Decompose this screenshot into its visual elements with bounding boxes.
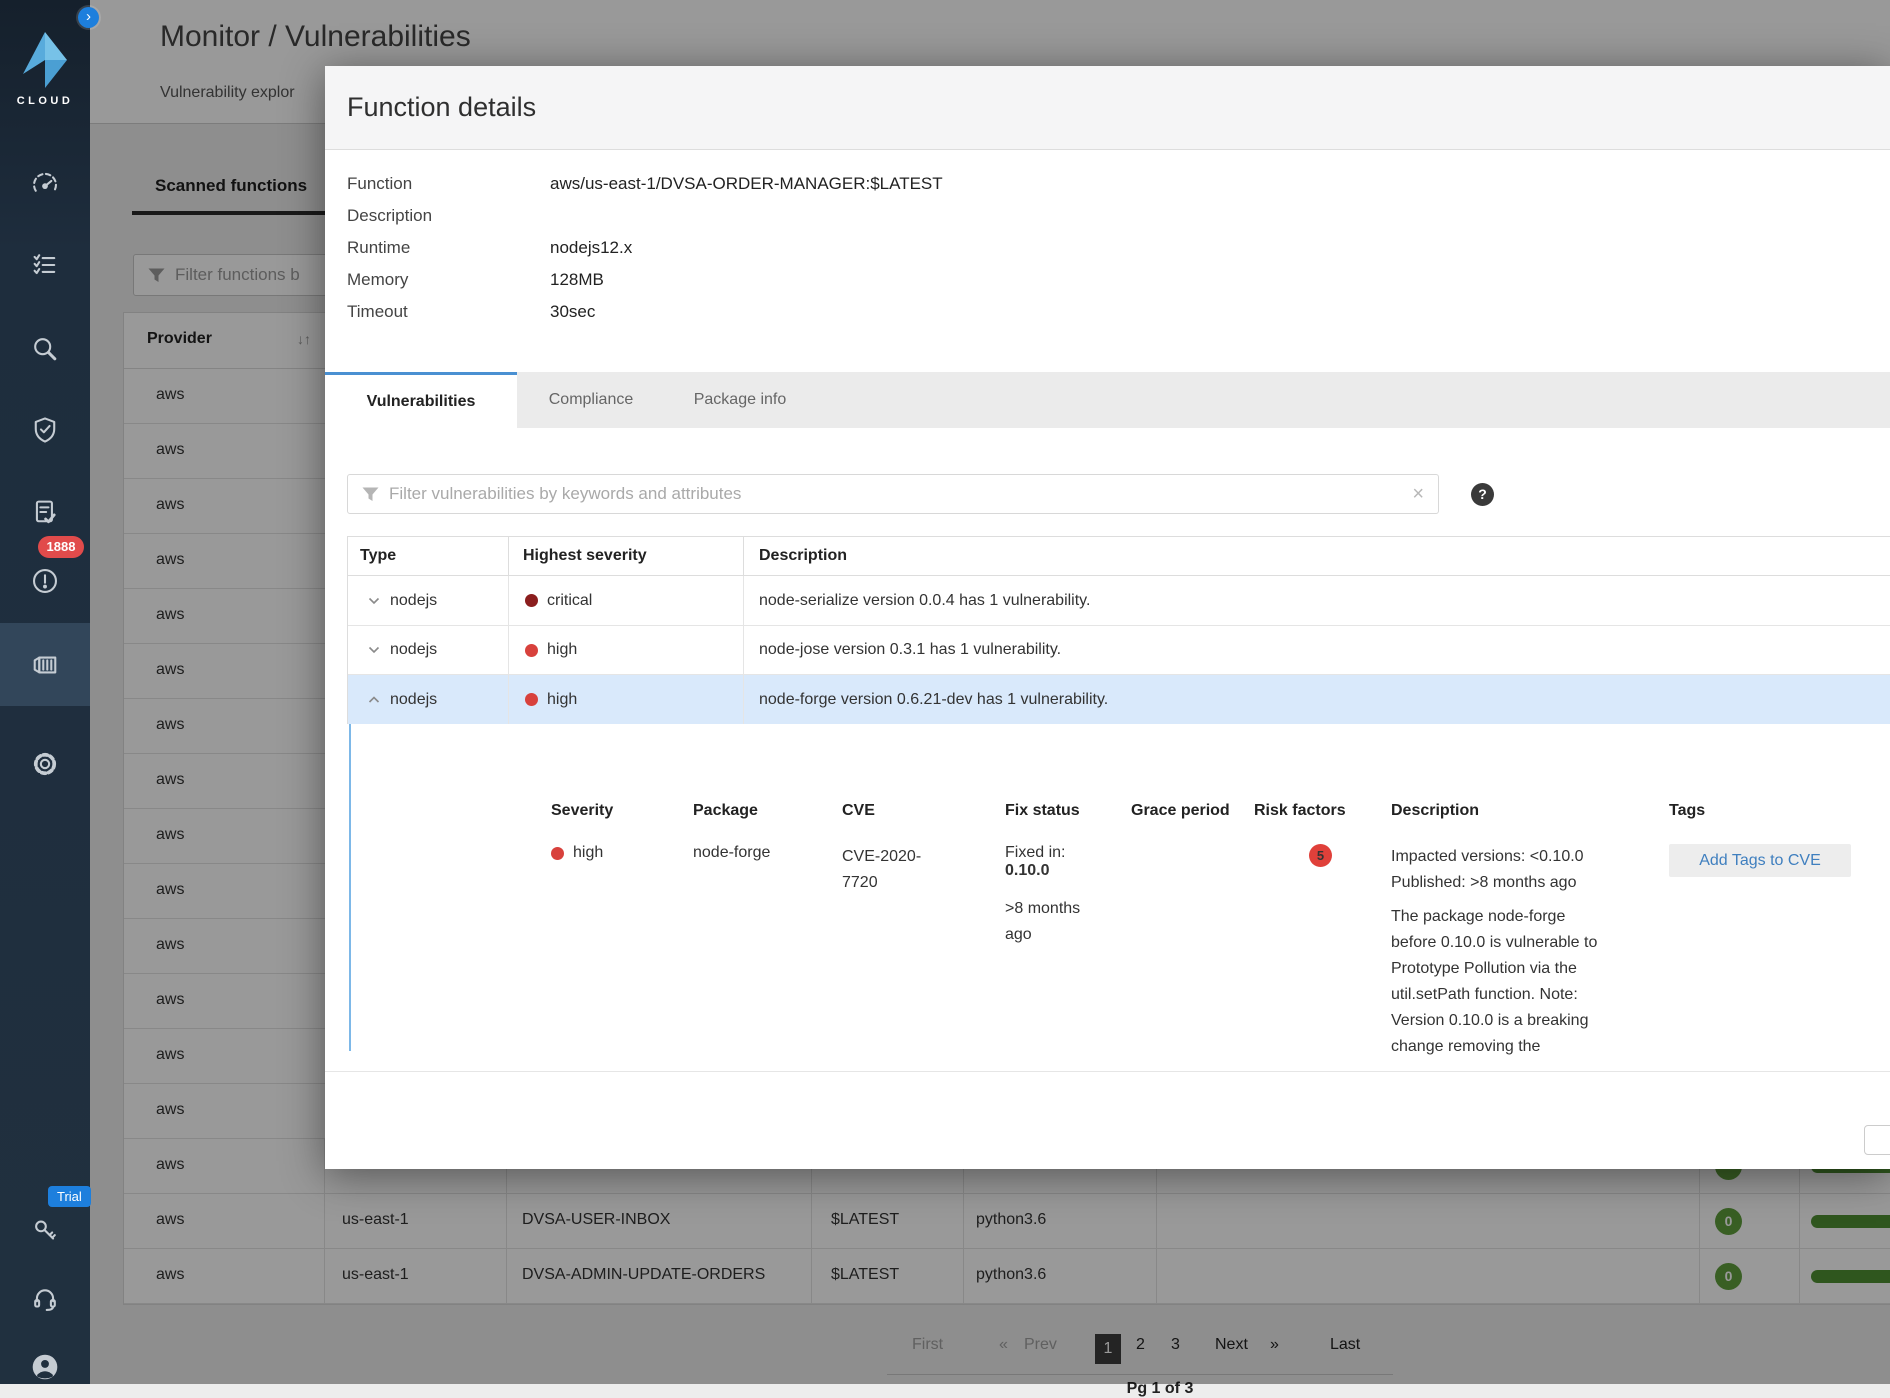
container-icon [29, 650, 61, 680]
tab-vulnerabilities[interactable]: Vulnerabilities [325, 372, 517, 428]
col-header-severity: Highest severity [509, 537, 744, 575]
tab-package-info[interactable]: Package info [665, 372, 815, 428]
aqua-logo[interactable] [0, 30, 90, 95]
sidebar-item-alerts[interactable] [0, 553, 90, 609]
cve-description-text: The package node-forge before 0.10.0 is … [1391, 904, 1609, 1060]
modal-footer-divider [325, 1071, 1890, 1072]
expanded-vulnerability-detail: Severity high Package node-forge CVE CVE… [347, 724, 1890, 1071]
fix-status-label: Fixed in: [1005, 844, 1097, 862]
sidebar-item-containers[interactable] [0, 623, 90, 706]
chevron-down-icon[interactable] [368, 646, 380, 654]
gauge-icon [30, 170, 60, 200]
severity-label: high [547, 641, 577, 659]
field-value-memory: 128MB [550, 270, 604, 302]
vuln-type: nodejs [390, 691, 437, 709]
field-value-runtime: nodejs12.x [550, 238, 632, 270]
field-label-memory: Memory [347, 270, 550, 302]
cve-link[interactable]: CVE-2020-7720 [842, 844, 937, 896]
field-label-timeout: Timeout [347, 302, 550, 334]
detail-header-risk-factors: Risk factors [1254, 802, 1346, 820]
risk-factors-badge[interactable]: 5 [1309, 844, 1332, 867]
headset-icon [30, 1284, 60, 1314]
user-avatar-icon [29, 1351, 61, 1383]
field-value-function: aws/us-east-1/DVSA-ORDER-MANAGER:$LATEST [550, 174, 943, 206]
vuln-table-header: Type Highest severity Description [348, 537, 1890, 576]
detail-header-grace-period: Grace period [1131, 802, 1230, 820]
sidebar-expand-button[interactable]: › [78, 7, 99, 28]
sidebar-item-policies[interactable] [0, 237, 90, 293]
severity-label: critical [547, 592, 592, 610]
add-tags-to-cve-button[interactable]: Add Tags to CVE [1669, 844, 1851, 877]
alerts-count-badge: 1888 [38, 536, 84, 558]
detail-header-description: Description [1391, 802, 1609, 820]
sidebar-item-support[interactable] [0, 1271, 90, 1327]
vuln-row-node-serialize[interactable]: nodejs critical node-serialize version 0… [348, 576, 1890, 626]
detail-package: node-forge [693, 844, 770, 862]
expanded-accent-line [349, 724, 351, 1051]
trial-badge: Trial [48, 1186, 91, 1207]
field-label-function: Function [347, 174, 550, 206]
sidebar-item-account[interactable] [0, 1339, 90, 1395]
function-details-modal: Function details Functionaws/us-east-1/D… [325, 66, 1890, 1169]
search-icon [30, 334, 60, 364]
tab-compliance[interactable]: Compliance [517, 372, 665, 428]
vuln-row-node-forge-expanded[interactable]: nodejs high node-forge version 0.6.21-de… [348, 675, 1890, 725]
detail-header-cve: CVE [842, 802, 937, 820]
field-label-description: Description [347, 206, 550, 238]
chevron-down-icon[interactable] [368, 597, 380, 605]
sidebar-item-dashboard[interactable] [0, 157, 90, 213]
impacted-versions: Impacted versions: <0.10.0 [1391, 844, 1609, 870]
vulnerabilities-table: Type Highest severity Description nodejs… [347, 536, 1890, 725]
sidebar-item-licenses[interactable] [0, 1203, 90, 1259]
fix-version: 0.10.0 [1005, 862, 1097, 880]
key-icon [30, 1216, 60, 1246]
detail-header-package: Package [693, 802, 770, 820]
vuln-row-node-jose[interactable]: nodejs high node-jose version 0.3.1 has … [348, 626, 1890, 675]
clear-filter-icon[interactable]: × [1412, 483, 1424, 506]
detail-severity: high [573, 844, 603, 862]
help-icon[interactable]: ? [1471, 483, 1494, 506]
sidebar: CLOUD 1888 [0, 0, 90, 1384]
modal-header: Function details [325, 66, 1890, 150]
col-header-type: Type [348, 537, 509, 575]
detail-header-severity: Severity [551, 802, 613, 820]
modal-tabs: Vulnerabilities Compliance Package info [325, 372, 1890, 428]
vuln-description: node-forge version 0.6.21-dev has 1 vuln… [759, 691, 1108, 709]
vuln-description: node-jose version 0.3.1 has 1 vulnerabil… [759, 641, 1061, 659]
severity-dot-high [525, 644, 538, 657]
gear-icon [30, 749, 60, 779]
severity-label: high [547, 691, 577, 709]
vuln-type: nodejs [390, 641, 437, 659]
partial-button[interactable] [1864, 1125, 1890, 1155]
vuln-filter-placeholder: Filter vulnerabilities by keywords and a… [389, 484, 741, 504]
sidebar-item-search[interactable] [0, 321, 90, 377]
vuln-description: node-serialize version 0.0.4 has 1 vulne… [759, 592, 1090, 610]
sidebar-item-settings[interactable] [0, 736, 90, 792]
fix-age: >8 months ago [1005, 896, 1097, 948]
field-label-runtime: Runtime [347, 238, 550, 270]
sidebar-item-assurance[interactable] [0, 402, 90, 458]
severity-dot-high [551, 847, 564, 860]
col-header-description: Description [744, 537, 1890, 575]
vulnerabilities-filter-input[interactable]: Filter vulnerabilities by keywords and a… [347, 474, 1439, 514]
detail-header-tags: Tags [1669, 802, 1851, 820]
severity-dot-high [525, 693, 538, 706]
shield-check-icon [30, 415, 60, 445]
detail-header-fix-status: Fix status [1005, 802, 1097, 820]
chevron-up-icon[interactable] [368, 696, 380, 704]
vuln-type: nodejs [390, 592, 437, 610]
published-age: Published: >8 months ago [1391, 870, 1609, 896]
funnel-icon [362, 487, 379, 502]
function-fields: Functionaws/us-east-1/DVSA-ORDER-MANAGER… [347, 174, 943, 334]
severity-dot-critical [525, 594, 538, 607]
modal-title: Function details [347, 92, 536, 123]
logo-label: CLOUD [0, 95, 90, 107]
alert-circle-icon [30, 566, 60, 596]
checklist-icon [30, 250, 60, 280]
report-check-icon [30, 497, 60, 527]
field-value-timeout: 30sec [550, 302, 595, 334]
sidebar-item-audit[interactable] [0, 484, 90, 540]
